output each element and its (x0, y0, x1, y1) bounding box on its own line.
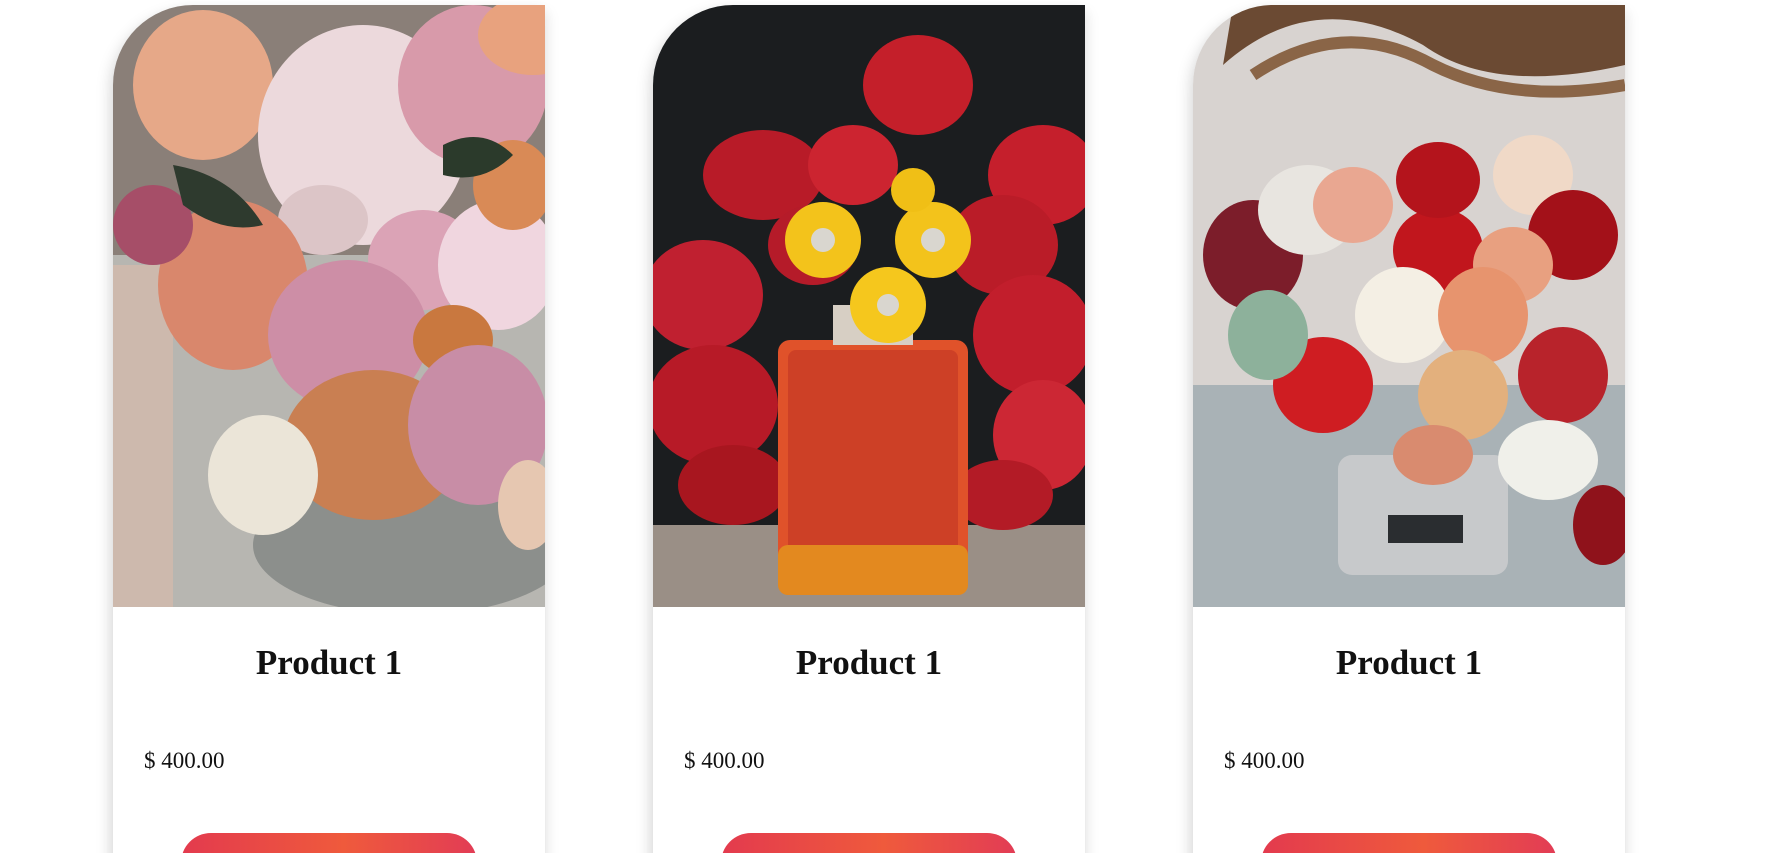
product-price: $ 400.00 (144, 748, 225, 773)
product-price: $ 400.00 (1224, 748, 1305, 773)
product-title: Product 1 (255, 643, 403, 682)
product-image[interactable] (653, 5, 1085, 607)
product-image[interactable] (1193, 5, 1625, 607)
product-card[interactable]: Product 1 $ 400.00 (1193, 5, 1625, 853)
product-card[interactable]: Product 1 $ 400.00 (113, 5, 545, 853)
product-card[interactable]: Product 1 $ 400.00 (653, 5, 1085, 853)
product-title: Product 1 (795, 643, 943, 682)
product-price: $ 400.00 (684, 748, 765, 773)
buy-button[interactable] (181, 833, 477, 853)
product-title: Product 1 (1335, 643, 1483, 682)
product-grid: Product 1 $ 400.00 Product 1 $ 400.00 Pr… (0, 0, 1770, 853)
buy-button[interactable] (721, 833, 1017, 853)
buy-button[interactable] (1261, 833, 1557, 853)
product-image[interactable] (113, 5, 545, 607)
